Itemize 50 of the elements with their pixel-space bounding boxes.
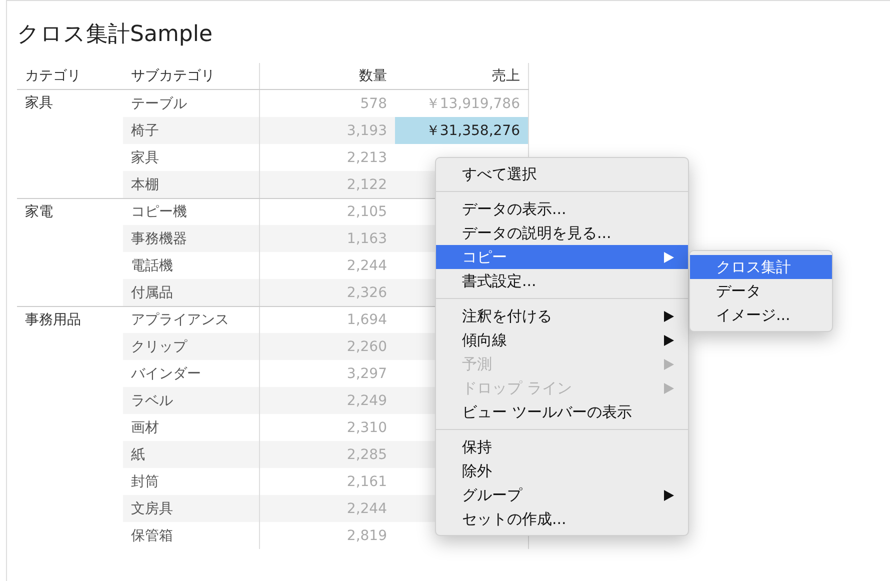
table-cell: 2,244 (259, 495, 395, 522)
table-cell-text: テーブル (130, 94, 188, 114)
menu-item[interactable]: 書式設定... (436, 269, 688, 293)
menu-item[interactable]: 除外 (436, 459, 688, 483)
table-cell-text: 家具 (130, 148, 160, 168)
table-cell: 2,819 (259, 522, 395, 549)
table-cell: 文房具 (123, 495, 259, 522)
table-cell: 1,163 (259, 225, 395, 252)
menu-item[interactable]: ビュー ツールバーの表示 (436, 400, 688, 424)
table-cell: 2,285 (259, 441, 395, 468)
table-cell-text: 封筒 (130, 472, 160, 492)
column-header: 売上 (395, 63, 529, 89)
menu-item[interactable]: データの表示... (436, 197, 688, 221)
table-cell-text: 家具 (24, 94, 54, 113)
menu-item[interactable]: すべて選択 (436, 162, 688, 186)
menu-item[interactable]: クロス集計 (690, 255, 832, 279)
table-cell: クリップ (123, 333, 259, 360)
menu-item[interactable]: データ (690, 279, 832, 303)
table-cell-text: コピー機 (130, 203, 188, 222)
table-cell-text: 画材 (130, 418, 160, 438)
table-cell: 紙 (123, 441, 259, 468)
table-cell: 2,326 (259, 279, 395, 306)
column-header: 数量 (259, 63, 395, 89)
menu-item[interactable]: セットの作成... (436, 507, 688, 531)
table-cell: 椅子 (123, 117, 259, 144)
menu-item[interactable]: 保持 (436, 435, 688, 459)
menu-item[interactable]: データの説明を見る... (436, 221, 688, 245)
menu-item[interactable]: グループ (436, 483, 688, 507)
menu-item[interactable]: 傾向線 (436, 328, 688, 352)
table-cell-text: 電話機 (130, 256, 174, 276)
table-cell[interactable]: ￥31,358,276 (395, 117, 529, 144)
table-cell-text: 事務用品 (24, 311, 82, 330)
table-cell: 2,122 (259, 171, 395, 198)
table-cell: 事務機器 (123, 225, 259, 252)
menu-item[interactable]: イメージ... (690, 303, 832, 327)
table-cell: 付属品 (123, 279, 259, 306)
table-cell: 2,260 (259, 333, 395, 360)
table-cell: 3,193 (259, 117, 395, 144)
menu-item[interactable]: 注釈を付ける (436, 304, 688, 328)
table-cell-text: バインダー (130, 364, 202, 384)
table-cell: ラベル (123, 387, 259, 414)
table-cell-text: 家電 (24, 203, 54, 222)
column-header: サブカテゴリ (130, 67, 216, 86)
column-header: カテゴリ (24, 67, 82, 86)
table-cell-text: アプライアンス (130, 311, 230, 330)
menu-item[interactable]: コピー (436, 245, 688, 269)
table-cell-text: 保管箱 (130, 526, 174, 546)
table-cell: 2,249 (259, 387, 395, 414)
table-cell: 本棚 (123, 171, 259, 198)
sheet-title: クロス集計Sample (17, 21, 214, 49)
